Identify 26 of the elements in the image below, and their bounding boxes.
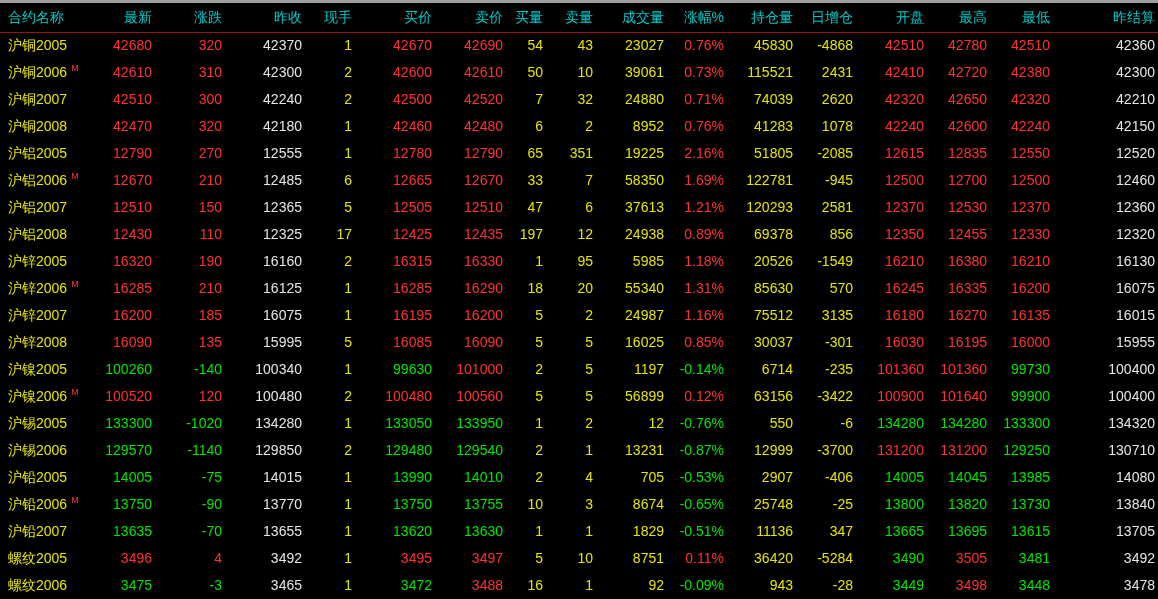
contract-name: 沪铅2006 [8,496,68,512]
contract-name: 沪铅2007 [8,523,68,539]
contract-name: 沪镍2006 [8,388,68,404]
contract-name: 沪锡2006 [8,442,68,458]
contract-name: 沪铝2005 [8,145,68,161]
contract-name: 沪锌2005 [8,253,68,269]
contract-name: 沪铝2007 [8,199,68,215]
contract-name: 沪锡2005 [8,415,68,431]
main-contract-mark: M [71,171,79,181]
contract-name: 沪镍2005 [8,361,68,377]
main-contract-mark: M [71,63,79,73]
contract-name: 沪锌2007 [8,307,68,323]
contract-name: 沪铝2006 [8,172,68,188]
contract-name: 螺纹2006 [8,577,68,593]
contract-name: 沪铜2006 [8,64,68,80]
contract-name: 螺纹2005 [8,550,68,566]
contract-name: 沪锌2008 [8,334,68,350]
contract-name: 沪铅2005 [8,469,68,485]
contract-name: 沪铜2005 [8,37,68,54]
main-contract-mark: M [71,495,79,505]
contract-name: 沪锌2006 [8,280,68,296]
main-contract-mark: M [71,279,79,289]
contract-name: 沪铜2008 [8,118,68,134]
contract-name: 沪铝2008 [8,226,68,242]
contract-name: 沪铜2007 [8,91,68,107]
main-contract-mark: M [71,387,79,397]
